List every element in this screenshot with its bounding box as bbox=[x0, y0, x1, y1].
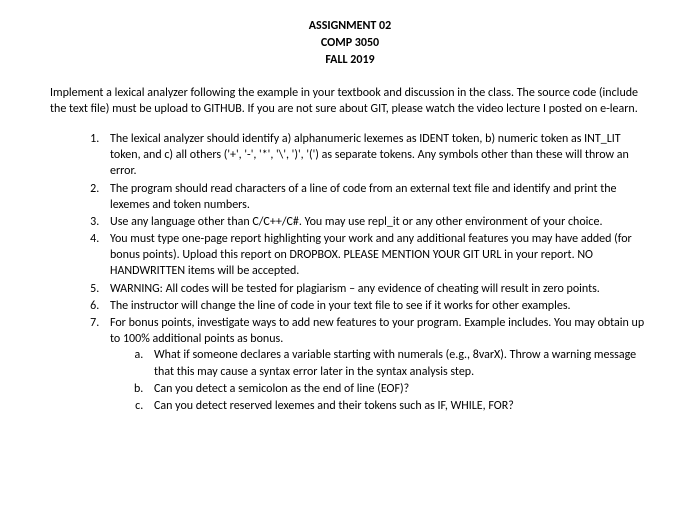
requirements-list: The lexical analyzer should identify a) … bbox=[50, 131, 650, 414]
document-header: ASSIGNMENT 02 COMP 3050 FALL 2019 bbox=[50, 18, 650, 69]
sublist-item: Can you detect a semicolon as the end of… bbox=[146, 381, 650, 397]
sublist-item: Can you detect reserved lexemes and thei… bbox=[146, 398, 650, 414]
item-text: The instructor will change the line of c… bbox=[110, 299, 571, 313]
list-item: The lexical analyzer should identify a) … bbox=[102, 131, 650, 180]
term: FALL 2019 bbox=[170, 52, 530, 68]
item-text: Use any language other than C/C++/C#. Yo… bbox=[110, 215, 603, 229]
list-item: For bonus points, investigate ways to ad… bbox=[102, 315, 650, 414]
item-text: The lexical analyzer should identify a) … bbox=[110, 132, 629, 178]
subitem-text: Can you detect reserved lexemes and thei… bbox=[154, 399, 514, 413]
course-code: COMP 3050 bbox=[170, 35, 530, 51]
item-text: The program should read characters of a … bbox=[110, 182, 616, 212]
subitem-text: What if someone declares a variable star… bbox=[154, 348, 636, 378]
item-text: For bonus points, investigate ways to ad… bbox=[110, 316, 644, 346]
item-text: WARNING: All codes will be tested for pl… bbox=[110, 282, 600, 296]
subitem-text: Can you detect a semicolon as the end of… bbox=[154, 382, 409, 396]
bonus-sublist: What if someone declares a variable star… bbox=[110, 347, 650, 414]
list-item: The program should read characters of a … bbox=[102, 181, 650, 213]
list-item: Use any language other than C/C++/C#. Yo… bbox=[102, 214, 650, 230]
sublist-item: What if someone declares a variable star… bbox=[146, 347, 650, 379]
list-item: WARNING: All codes will be tested for pl… bbox=[102, 281, 650, 297]
item-text: You must type one-page report highlighti… bbox=[110, 232, 632, 278]
assignment-title: ASSIGNMENT 02 bbox=[170, 18, 530, 34]
list-item: The instructor will change the line of c… bbox=[102, 298, 650, 314]
list-item: You must type one-page report highlighti… bbox=[102, 231, 650, 280]
intro-paragraph: Implement a lexical analyzer following t… bbox=[50, 85, 650, 117]
